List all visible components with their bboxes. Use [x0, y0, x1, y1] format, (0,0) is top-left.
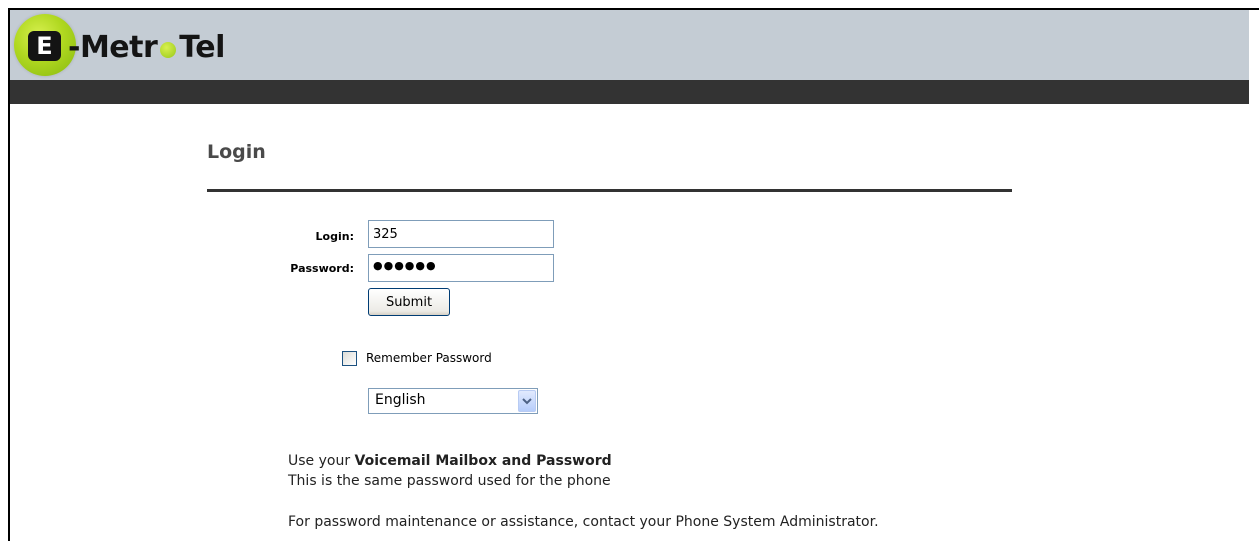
info-line-2: This is the same password used for the p…	[288, 473, 611, 489]
logo-dot-icon	[160, 42, 177, 58]
logo-text: -Metr Tel	[68, 30, 225, 66]
language-select[interactable]: English	[368, 388, 538, 414]
remember-password-label[interactable]: Remember Password	[366, 351, 492, 365]
submit-button[interactable]: Submit	[368, 288, 450, 316]
login-input[interactable]	[368, 220, 554, 248]
info-line-3: For password maintenance or assistance, …	[288, 514, 879, 530]
info-line-1-bold: Voicemail Mailbox and Password	[354, 453, 612, 469]
password-label: Password:	[290, 262, 354, 275]
page-title: Login	[207, 141, 266, 163]
login-label: Login:	[315, 230, 354, 243]
info-line-1: Use your Voicemail Mailbox and Password	[288, 453, 612, 469]
password-input[interactable]: ●●●●●●	[368, 254, 554, 282]
title-divider	[207, 189, 1012, 192]
remember-password-checkbox[interactable]	[342, 351, 357, 366]
chevron-down-icon	[522, 398, 532, 405]
language-selected: English	[375, 392, 426, 408]
logo-text-after: Tel	[179, 30, 225, 65]
logo-text-before: -Metr	[68, 30, 158, 65]
info-line-1-prefix: Use your	[288, 453, 355, 469]
language-dropdown-button[interactable]	[518, 390, 536, 412]
logo-letter: E	[36, 32, 53, 60]
header-bar	[10, 80, 1249, 104]
